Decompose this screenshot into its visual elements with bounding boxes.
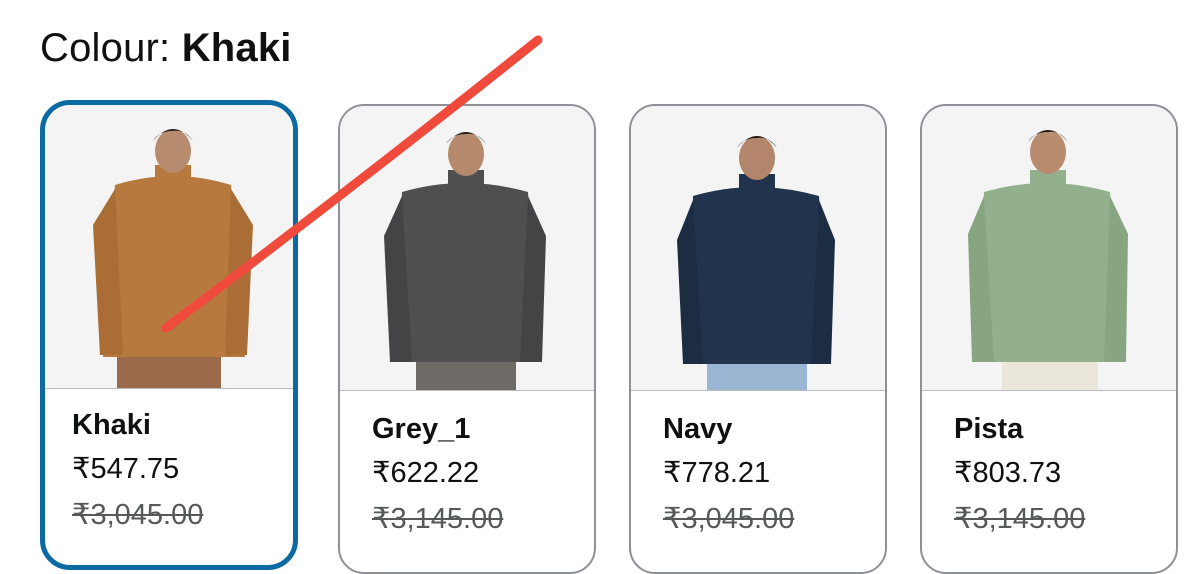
colour-swatch-navy[interactable]: Navy ₹778.21 ₹3,045.00 — [629, 104, 887, 574]
colour-swatch-grey-1[interactable]: Grey_1 ₹622.22 ₹3,145.00 — [338, 104, 596, 574]
swatch-mrp: ₹3,145.00 — [954, 503, 1086, 535]
swatch-mrp: ₹3,145.00 — [372, 503, 504, 535]
swatch-name: Pista — [954, 413, 1024, 445]
swatch-price: ₹547.75 — [72, 453, 180, 485]
swatch-name: Khaki — [72, 409, 151, 441]
swatch-mrp: ₹3,045.00 — [72, 499, 204, 531]
product-image-khaki — [45, 105, 293, 389]
swatch-name: Navy — [663, 413, 733, 445]
model-jacket-grey-image — [384, 132, 546, 390]
colour-swatch-pista[interactable]: Pista ₹803.73 ₹3,145.00 — [920, 104, 1178, 574]
product-image-navy — [631, 106, 885, 391]
swatch-price: ₹778.21 — [663, 457, 771, 489]
product-image-pista — [922, 106, 1176, 391]
colour-label-text: Colour: — [40, 26, 171, 70]
swatch-name: Grey_1 — [372, 413, 471, 445]
model-jacket-navy-image — [677, 136, 835, 390]
product-image-grey-1 — [340, 106, 594, 391]
model-jacket-khaki-image — [93, 129, 253, 388]
swatch-price: ₹622.22 — [372, 457, 480, 489]
colour-swatch-khaki[interactable]: Khaki ₹547.75 ₹3,045.00 — [40, 100, 298, 570]
selected-colour-value: Khaki — [181, 26, 292, 70]
colour-label: Colour: Khaki — [40, 24, 292, 72]
model-jacket-pista-image — [968, 130, 1128, 390]
swatch-price: ₹803.73 — [954, 457, 1062, 489]
swatch-mrp: ₹3,045.00 — [663, 503, 795, 535]
